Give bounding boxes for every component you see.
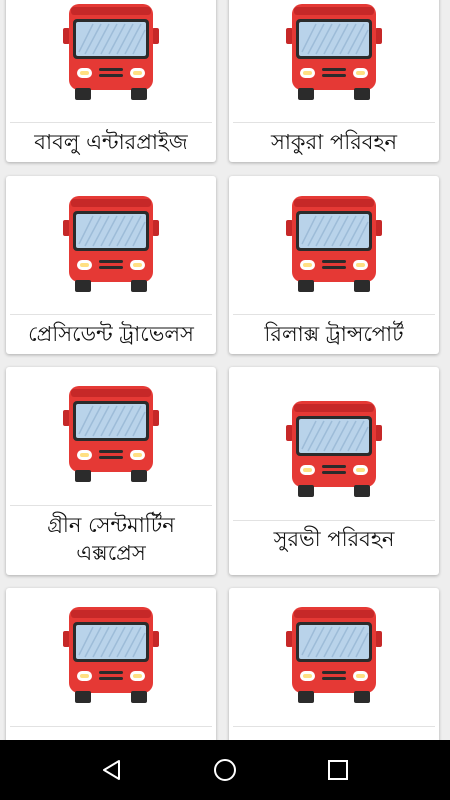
operator-card[interactable] [6,588,216,740]
operator-card[interactable] [229,588,439,740]
home-icon [213,759,236,781]
bus-icon [61,2,161,102]
bus-icon [61,194,161,294]
card-divider [233,726,435,727]
operator-card-babloo[interactable]: বাবলু এন্টারপ্রাইজ [6,0,216,162]
recents-icon [328,760,349,780]
card-divider [10,726,212,727]
card-divider [233,122,435,123]
operator-name: বাবলু এন্টারপ্রাইজ [34,130,188,154]
bus-icon [284,605,384,705]
bus-icon [284,399,384,499]
bus-icon [284,2,384,102]
card-divider [233,520,435,521]
back-button[interactable] [82,740,142,800]
operator-card-surovi[interactable]: সুরভী পরিবহন [229,367,439,575]
bus-icon [61,605,161,705]
home-button[interactable] [195,740,255,800]
operator-card-sakura[interactable]: সাকুরা পরিবহন [229,0,439,162]
operator-card-relax[interactable]: রিলাক্স ট্রান্সপোর্ট [229,176,439,354]
card-divider [10,505,212,506]
recents-button[interactable] [308,740,368,800]
operator-grid: বাবলু এন্টারপ্রাইজ সাকুরা পরিবহন প্রেসিড… [0,0,450,740]
back-icon [102,760,120,780]
card-divider [10,314,212,315]
operator-name: প্রেসিডেন্ট ট্রাভেলস [28,322,194,346]
operator-name-line1: গ্রীন সেন্টমার্টিন [47,513,175,537]
operator-name: সুরভী পরিবহন [273,527,395,551]
bus-icon [284,194,384,294]
operator-card-green-saintmartin[interactable]: গ্রীন সেন্টমার্টিন এক্সপ্রেস [6,367,216,575]
system-navigation-bar [0,740,450,800]
card-divider [10,122,212,123]
bus-icon [61,384,161,484]
operator-name: সাকুরা পরিবহন [270,130,398,154]
operator-name: রিলাক্স ট্রান্সপোর্ট [264,322,404,346]
operator-card-president[interactable]: প্রেসিডেন্ট ট্রাভেলস [6,176,216,354]
operator-name-line2: এক্সপ্রেস [76,541,146,565]
card-divider [233,314,435,315]
